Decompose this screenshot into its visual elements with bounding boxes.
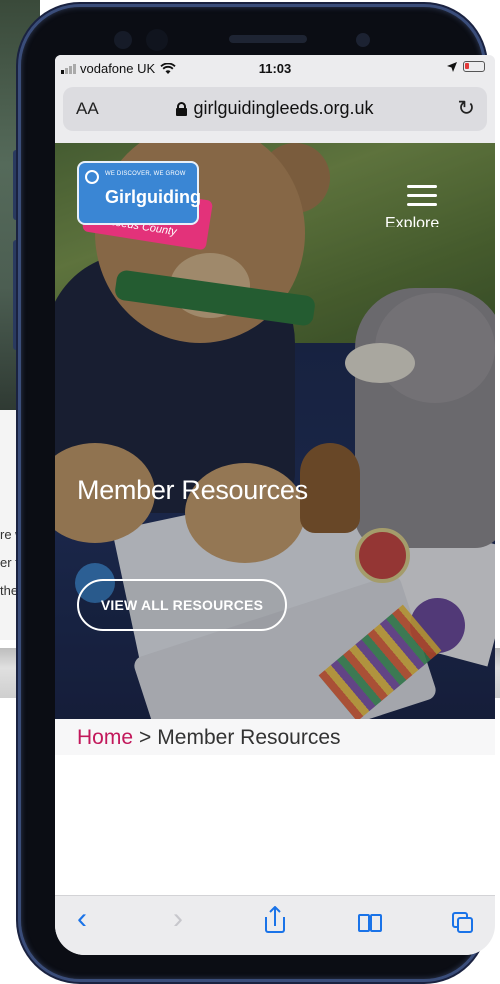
sensor xyxy=(356,33,370,47)
status-bar: vodafone UK 11:03 xyxy=(55,55,495,83)
page-title: Member Resources xyxy=(77,475,308,505)
share-icon[interactable] xyxy=(265,906,285,934)
location-arrow-icon xyxy=(447,61,457,72)
back-icon[interactable]: ‹ xyxy=(77,902,87,936)
breadcrumb-home-link[interactable]: Home xyxy=(77,726,133,749)
safari-address-area: AA girlguidingleeds.org.uk ↻ xyxy=(55,83,495,143)
clock: 11:03 xyxy=(258,61,292,76)
url-text: girlguidingleeds.org.uk xyxy=(193,98,374,118)
breadcrumb: Home > Member Resources xyxy=(55,719,495,755)
tabs-icon[interactable] xyxy=(452,912,474,934)
logo-tagline: WE DISCOVER, WE GROW xyxy=(105,171,186,177)
lock-icon xyxy=(176,102,188,116)
safari-toolbar: ‹ › xyxy=(55,895,495,955)
menu-label[interactable]: Explore xyxy=(385,215,439,227)
phone-frame: vodafone UK 11:03 AA girlguidingleeds.or… xyxy=(18,4,495,982)
breadcrumb-separator: > xyxy=(139,726,152,749)
view-all-resources-button[interactable]: VIEW ALL RESOURCES xyxy=(77,579,287,631)
girlguiding-logo[interactable]: Leeds County WE DISCOVER, WE GROW Girlgu… xyxy=(77,161,214,251)
page-content xyxy=(55,755,495,895)
bookmarks-icon[interactable] xyxy=(358,914,384,934)
breadcrumb-current: Member Resources xyxy=(157,726,341,749)
logo-name: Girlguiding xyxy=(105,187,201,207)
reload-icon[interactable]: ↻ xyxy=(457,96,475,121)
earpiece-speaker xyxy=(229,35,307,43)
sensor xyxy=(114,31,132,49)
forward-icon[interactable]: › xyxy=(173,902,183,936)
hamburger-menu-icon[interactable] xyxy=(407,185,437,209)
front-camera xyxy=(146,29,168,51)
phone-screen: vodafone UK 11:03 AA girlguidingleeds.or… xyxy=(55,55,495,955)
battery-low-icon xyxy=(463,61,485,72)
trefoil-icon xyxy=(85,170,99,184)
hero-banner: Leeds County WE DISCOVER, WE GROW Girlgu… xyxy=(55,143,495,719)
address-bar[interactable]: AA girlguidingleeds.org.uk ↻ xyxy=(63,87,487,131)
